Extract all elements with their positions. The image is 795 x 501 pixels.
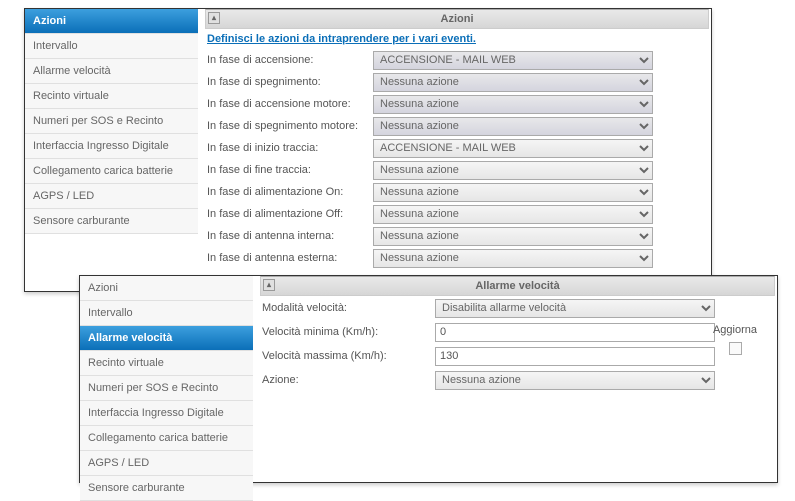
event-select[interactable]: Nessuna azione	[373, 205, 653, 224]
row-action: Azione: Nessuna azione	[260, 368, 775, 392]
min-input[interactable]	[435, 323, 715, 342]
sidebar-top-item-5[interactable]: Interfaccia Ingresso Digitale	[25, 134, 198, 159]
sidebar-top-item-7[interactable]: AGPS / LED	[25, 184, 198, 209]
sidebar-top-item-3[interactable]: Recinto virtuale	[25, 84, 198, 109]
section-title: Allarme velocità	[475, 280, 559, 292]
event-row: In fase di accensione:ACCENSIONE - MAIL …	[205, 49, 709, 71]
max-label: Velocità massima (Km/h):	[260, 350, 435, 362]
event-select[interactable]: ACCENSIONE - MAIL WEB	[373, 139, 653, 158]
event-label: In fase di accensione motore:	[205, 98, 373, 110]
event-row: In fase di spegnimento:Nessuna azione	[205, 71, 709, 93]
sidebar-bottom-item-4[interactable]: Numeri per SOS e Recinto	[80, 376, 253, 401]
update-checkbox[interactable]	[729, 342, 742, 355]
event-select[interactable]: Nessuna azione	[373, 161, 653, 180]
sidebar-bottom: AzioniIntervalloAllarme velocitàRecinto …	[80, 276, 253, 501]
event-select[interactable]: Nessuna azione	[373, 227, 653, 246]
max-input[interactable]	[435, 347, 715, 366]
event-select[interactable]: ACCENSIONE - MAIL WEB	[373, 51, 653, 70]
event-row: In fase di alimentazione Off:Nessuna azi…	[205, 203, 709, 225]
event-label: In fase di inizio traccia:	[205, 142, 373, 154]
event-label: In fase di fine traccia:	[205, 164, 373, 176]
sidebar-bottom-item-5[interactable]: Interfaccia Ingresso Digitale	[80, 401, 253, 426]
section-header-azioni: ▴ Azioni	[205, 9, 709, 29]
mode-select[interactable]: Disabilita allarme velocità	[435, 299, 715, 318]
sidebar-bottom-item-8[interactable]: Sensore carburante	[80, 476, 253, 501]
event-row: In fase di accensione motore:Nessuna azi…	[205, 93, 709, 115]
sidebar-bottom-item-3[interactable]: Recinto virtuale	[80, 351, 253, 376]
sidebar-top-item-4[interactable]: Numeri per SOS e Recinto	[25, 109, 198, 134]
content-allarme: ▴ Allarme velocità Modalità velocità: Di…	[258, 276, 777, 392]
sidebar-top-item-8[interactable]: Sensore carburante	[25, 209, 198, 234]
event-row: In fase di spegnimento motore:Nessuna az…	[205, 115, 709, 137]
section-header-allarme: ▴ Allarme velocità	[260, 276, 775, 296]
instruction-text: Definisci le azioni da intraprendere per…	[205, 29, 709, 49]
event-select[interactable]: Nessuna azione	[373, 95, 653, 114]
event-select[interactable]: Nessuna azione	[373, 117, 653, 136]
sidebar-top: AzioniIntervalloAllarme velocitàRecinto …	[25, 9, 198, 234]
row-mode: Modalità velocità: Disabilita allarme ve…	[260, 296, 775, 320]
min-label: Velocità minima (Km/h):	[260, 326, 435, 338]
action-select[interactable]: Nessuna azione	[435, 371, 715, 390]
sidebar-top-item-2[interactable]: Allarme velocità	[25, 59, 198, 84]
collapse-icon[interactable]: ▴	[208, 12, 220, 24]
event-row: In fase di antenna esterna:Nessuna azion…	[205, 247, 709, 269]
event-label: In fase di spegnimento motore:	[205, 120, 373, 132]
event-select[interactable]: Nessuna azione	[373, 73, 653, 92]
sidebar-bottom-item-2[interactable]: Allarme velocità	[80, 326, 253, 351]
sidebar-top-item-1[interactable]: Intervallo	[25, 34, 198, 59]
event-row: In fase di antenna interna:Nessuna azion…	[205, 225, 709, 247]
sidebar-bottom-item-0[interactable]: Azioni	[80, 276, 253, 301]
event-row: In fase di fine traccia:Nessuna azione	[205, 159, 709, 181]
sidebar-top-item-6[interactable]: Collegamento carica batterie	[25, 159, 198, 184]
section-title: Azioni	[441, 13, 474, 25]
mode-label: Modalità velocità:	[260, 302, 435, 314]
update-control: Aggiorna	[705, 324, 765, 355]
row-max: Velocità massima (Km/h):	[260, 344, 775, 368]
event-row: In fase di inizio traccia:ACCENSIONE - M…	[205, 137, 709, 159]
sidebar-bottom-item-6[interactable]: Collegamento carica batterie	[80, 426, 253, 451]
row-min: Velocità minima (Km/h):	[260, 320, 775, 344]
event-label: In fase di antenna interna:	[205, 230, 373, 242]
event-label: In fase di alimentazione On:	[205, 186, 373, 198]
sidebar-bottom-item-7[interactable]: AGPS / LED	[80, 451, 253, 476]
event-label: In fase di spegnimento:	[205, 76, 373, 88]
event-label: In fase di alimentazione Off:	[205, 208, 373, 220]
panel-allarme-velocita: AzioniIntervalloAllarme velocitàRecinto …	[79, 275, 778, 483]
event-select[interactable]: Nessuna azione	[373, 249, 653, 268]
action-label: Azione:	[260, 374, 435, 386]
event-row: In fase di alimentazione On:Nessuna azio…	[205, 181, 709, 203]
panel-azioni: AzioniIntervalloAllarme velocitàRecinto …	[24, 8, 712, 292]
event-label: In fase di antenna esterna:	[205, 252, 373, 264]
sidebar-bottom-item-1[interactable]: Intervallo	[80, 301, 253, 326]
event-select[interactable]: Nessuna azione	[373, 183, 653, 202]
collapse-icon[interactable]: ▴	[263, 279, 275, 291]
update-label: Aggiorna	[705, 324, 765, 336]
event-label: In fase di accensione:	[205, 54, 373, 66]
sidebar-top-item-0[interactable]: Azioni	[25, 9, 198, 34]
content-azioni: ▴ Azioni Definisci le azioni da intrapre…	[203, 9, 711, 269]
